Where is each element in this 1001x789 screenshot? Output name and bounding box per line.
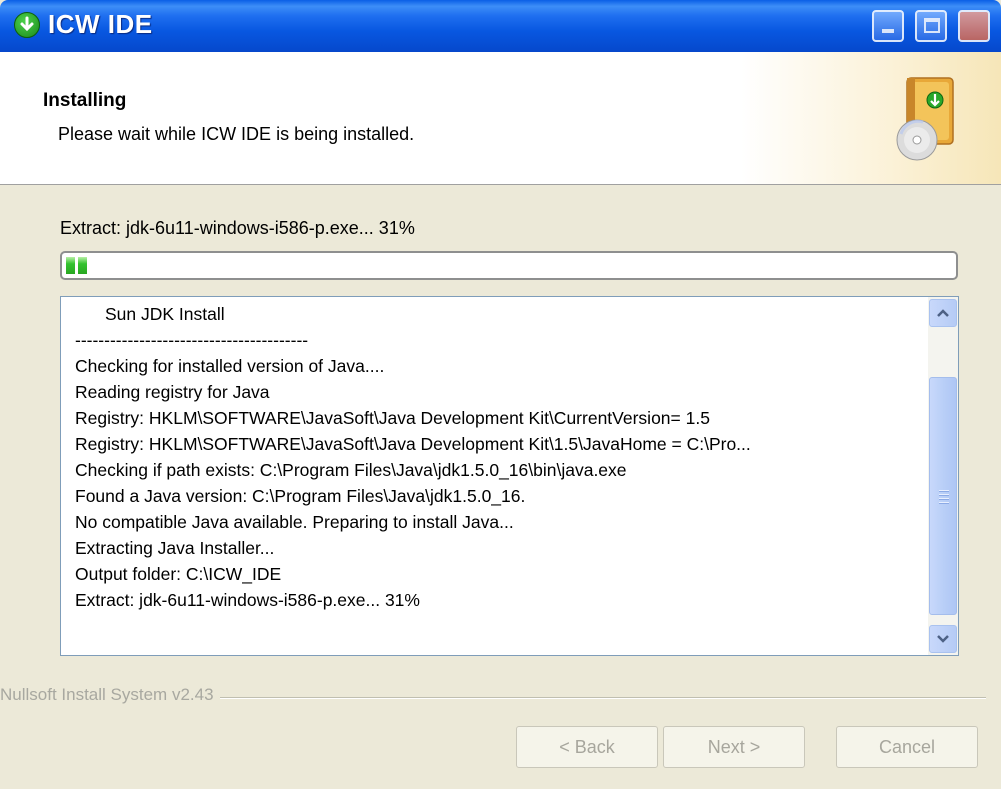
maximize-button[interactable]	[915, 10, 947, 42]
progress-block	[78, 257, 87, 274]
window-title: ICW IDE	[48, 9, 153, 39]
progress-block	[66, 257, 75, 274]
page-header: Installing Please wait while ICW IDE is …	[0, 52, 1001, 185]
log-line: ----------------------------------------	[75, 330, 309, 350]
download-arrow-icon	[14, 12, 40, 38]
minimize-button[interactable]	[872, 10, 904, 42]
page-title: Installing	[43, 90, 127, 111]
scroll-down-button[interactable]	[929, 625, 957, 653]
installer-window: ICW IDE Installing Please wait while ICW…	[0, 0, 1001, 789]
progress-status-text: Extract: jdk-6u11-windows-i586-p.exe... …	[60, 218, 415, 238]
log-line: Reading registry for Java	[75, 382, 270, 402]
log-lines: Sun JDK Install ------------------------…	[75, 301, 925, 613]
log-line: Registry: HKLM\SOFTWARE\JavaSoft\Java De…	[75, 434, 751, 454]
scroll-grip-icon	[939, 490, 949, 506]
minimize-icon	[882, 29, 894, 33]
installer-box-cd-icon	[896, 77, 954, 161]
next-button[interactable]: Next >	[663, 726, 805, 768]
log-line: Extracting Java Installer...	[75, 538, 275, 558]
install-log[interactable]: Sun JDK Install ------------------------…	[60, 296, 959, 656]
log-line: Registry: HKLM\SOFTWARE\JavaSoft\Java De…	[75, 408, 710, 428]
log-line: No compatible Java available. Preparing …	[75, 512, 514, 532]
scroll-up-button[interactable]	[929, 299, 957, 327]
title-bar[interactable]: ICW IDE	[0, 0, 1001, 52]
progress-fill	[66, 257, 87, 274]
chevron-up-icon	[937, 309, 949, 317]
branding-text: Nullsoft Install System v2.43	[0, 685, 220, 705]
vertical-scrollbar[interactable]	[928, 297, 958, 655]
log-line: Output folder: C:\ICW_IDE	[75, 564, 282, 584]
log-line: Extract: jdk-6u11-windows-i586-p.exe... …	[75, 590, 420, 610]
scroll-thumb[interactable]	[929, 377, 957, 615]
log-line: Checking for installed version of Java..…	[75, 356, 385, 376]
page-subtitle: Please wait while ICW IDE is being insta…	[58, 124, 415, 144]
log-line: Sun JDK Install	[105, 304, 225, 324]
log-line: Found a Java version: C:\Program Files\J…	[75, 486, 526, 506]
close-button[interactable]	[958, 10, 990, 42]
log-line: Checking if path exists: C:\Program File…	[75, 460, 627, 480]
cancel-button[interactable]: Cancel	[836, 726, 978, 768]
header-graphic	[741, 52, 1001, 184]
progress-bar	[60, 251, 958, 280]
back-button[interactable]: < Back	[516, 726, 658, 768]
maximize-icon	[924, 18, 940, 33]
chevron-down-icon	[937, 635, 949, 643]
